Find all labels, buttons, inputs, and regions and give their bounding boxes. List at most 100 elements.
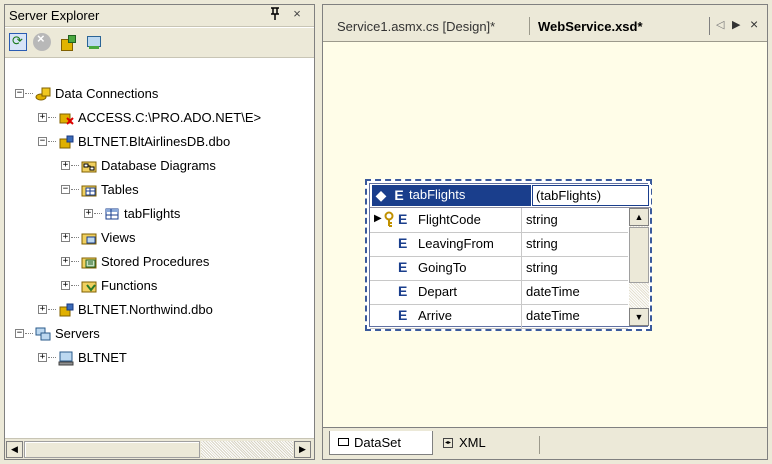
expand-icon[interactable]: + [38,353,47,362]
tree-item-label: tabFlights [124,206,181,221]
tab-xml-label: XML [459,435,486,450]
xml-icon: ◂▸ [443,438,453,448]
field-type[interactable]: string [522,256,628,280]
tree-connector [71,189,79,190]
tree-connector [71,237,79,238]
functions-folder-icon [81,278,97,294]
schema-element-box[interactable]: ◆ E tabFlights (tabFlights) ▶ E FlightCode… [365,179,652,331]
close-icon[interactable]: × [289,6,305,22]
tab-dataset[interactable]: DataSet [329,431,433,455]
field-type[interactable]: dateTime [522,304,628,328]
collapse-icon[interactable]: − [38,137,47,146]
element-field-row[interactable]: ▶ E FlightCode string [370,208,628,233]
field-type[interactable]: string [522,208,628,232]
diagram-folder-icon [81,158,97,174]
xsd-design-canvas[interactable]: ◆ E tabFlights (tabFlights) ▶ E FlightCode… [323,43,767,427]
tab-xml[interactable]: ◂▸ XML [437,431,517,455]
field-name[interactable]: FlightCode [416,208,522,232]
scroll-left-button[interactable]: ◀ [6,441,23,458]
tab-dataset-label: DataSet [354,435,401,450]
server-explorer-panel: Server Explorer × − Data Connections + ACCE… [4,4,315,460]
element-diamond-icon: ◆ [372,185,390,206]
server-icon [58,350,74,366]
refresh-button[interactable] [9,33,27,51]
tree-connector [48,117,56,118]
tree-connector [71,165,79,166]
field-name[interactable]: Depart [416,280,522,304]
element-field-row[interactable]: E Depart dateTime [370,280,628,305]
element-field-row[interactable]: E Arrive dateTime [370,304,628,329]
scroll-down-button[interactable]: ▼ [629,308,649,326]
tree-item-label: Functions [101,278,158,293]
server-explorer-titlebar: Server Explorer × [5,5,314,27]
scroll-thumb[interactable] [24,441,200,458]
tree-connector [48,357,56,358]
server-tree: − Data Connections + ACCESS.C:\PRO.ADO.NET\… [5,59,314,438]
tree-item-label: Data Connections [55,86,159,101]
tree-connector [71,261,79,262]
expand-icon[interactable]: + [61,281,70,290]
expand-icon[interactable]: + [38,113,47,122]
tree-item-label: BLTNET [78,350,127,365]
document-tabbar: Service1.asmx.cs [Design]* WebService.xs… [323,5,767,42]
collapse-icon[interactable]: − [15,329,24,338]
element-vertical-scrollbar[interactable]: ▲ ▼ [629,208,649,326]
element-field-icon: E [398,235,408,251]
close-document-icon[interactable]: × [750,16,758,32]
collapse-icon[interactable]: − [61,185,70,194]
element-field-icon: E [398,211,408,227]
element-field-icon: E [398,259,408,275]
field-name[interactable]: GoingTo [416,256,522,280]
tab-scroll-left-icon[interactable]: ◁ [716,18,724,31]
element-name[interactable]: tabFlights [408,185,531,206]
stored-procedures-folder-icon [81,254,97,270]
tab-divider [709,17,710,35]
field-type[interactable]: string [522,232,628,256]
tree-item-label: Tables [101,182,139,197]
expand-icon[interactable]: + [61,161,70,170]
connect-to-server-button[interactable] [85,33,103,51]
element-field-row[interactable]: E GoingTo string [370,256,628,281]
field-name[interactable]: LeavingFrom [416,232,522,256]
tab-scroll-right-icon[interactable]: ▶ [732,18,740,31]
scroll-thumb[interactable] [629,227,649,283]
tables-folder-icon [81,182,97,198]
element-field-icon: E [398,307,408,323]
expand-icon[interactable]: + [84,209,93,218]
element-header[interactable]: ◆ E tabFlights (tabFlights) [370,184,651,208]
dataset-icon [338,438,349,446]
tree-item-label: BLTNET.Northwind.dbo [78,302,213,317]
tree-connector [94,213,102,214]
field-name[interactable]: Arrive [416,304,522,328]
collapse-icon[interactable]: − [15,89,24,98]
tab-divider [529,17,530,35]
stop-refresh-button[interactable] [33,31,51,51]
tree-item-label: Stored Procedures [101,254,210,269]
expand-icon[interactable]: + [61,257,70,266]
tree-item-label: Servers [55,326,100,341]
views-folder-icon [81,230,97,246]
element-type[interactable]: (tabFlights) [532,185,649,206]
tree-connector [25,93,33,94]
element-field-row[interactable]: E LeavingFrom string [370,232,628,257]
primary-key-icon [384,211,394,230]
field-type[interactable]: dateTime [522,280,628,304]
horizontal-scrollbar[interactable]: ◀ ▶ [5,438,314,459]
database-connection-icon [58,302,74,318]
pin-icon[interactable] [267,7,283,23]
designer-pane: Service1.asmx.cs [Design]* WebService.xs… [322,4,768,460]
data-connections-icon [35,86,51,102]
connect-to-database-button[interactable] [59,33,77,51]
broken-connection-icon [58,110,74,126]
tree-connector [71,285,79,286]
tab-webservice-xsd[interactable]: WebService.xsd* [538,19,643,34]
scroll-up-button[interactable]: ▲ [629,208,649,226]
table-icon [104,206,120,222]
scroll-right-button[interactable]: ▶ [294,441,311,458]
expand-icon[interactable]: + [61,233,70,242]
tab-service1-design[interactable]: Service1.asmx.cs [Design]* [337,19,495,34]
tree-connector [48,309,56,310]
scroll-track[interactable] [201,441,293,458]
tree-item-label: Database Diagrams [101,158,216,173]
expand-icon[interactable]: + [38,305,47,314]
